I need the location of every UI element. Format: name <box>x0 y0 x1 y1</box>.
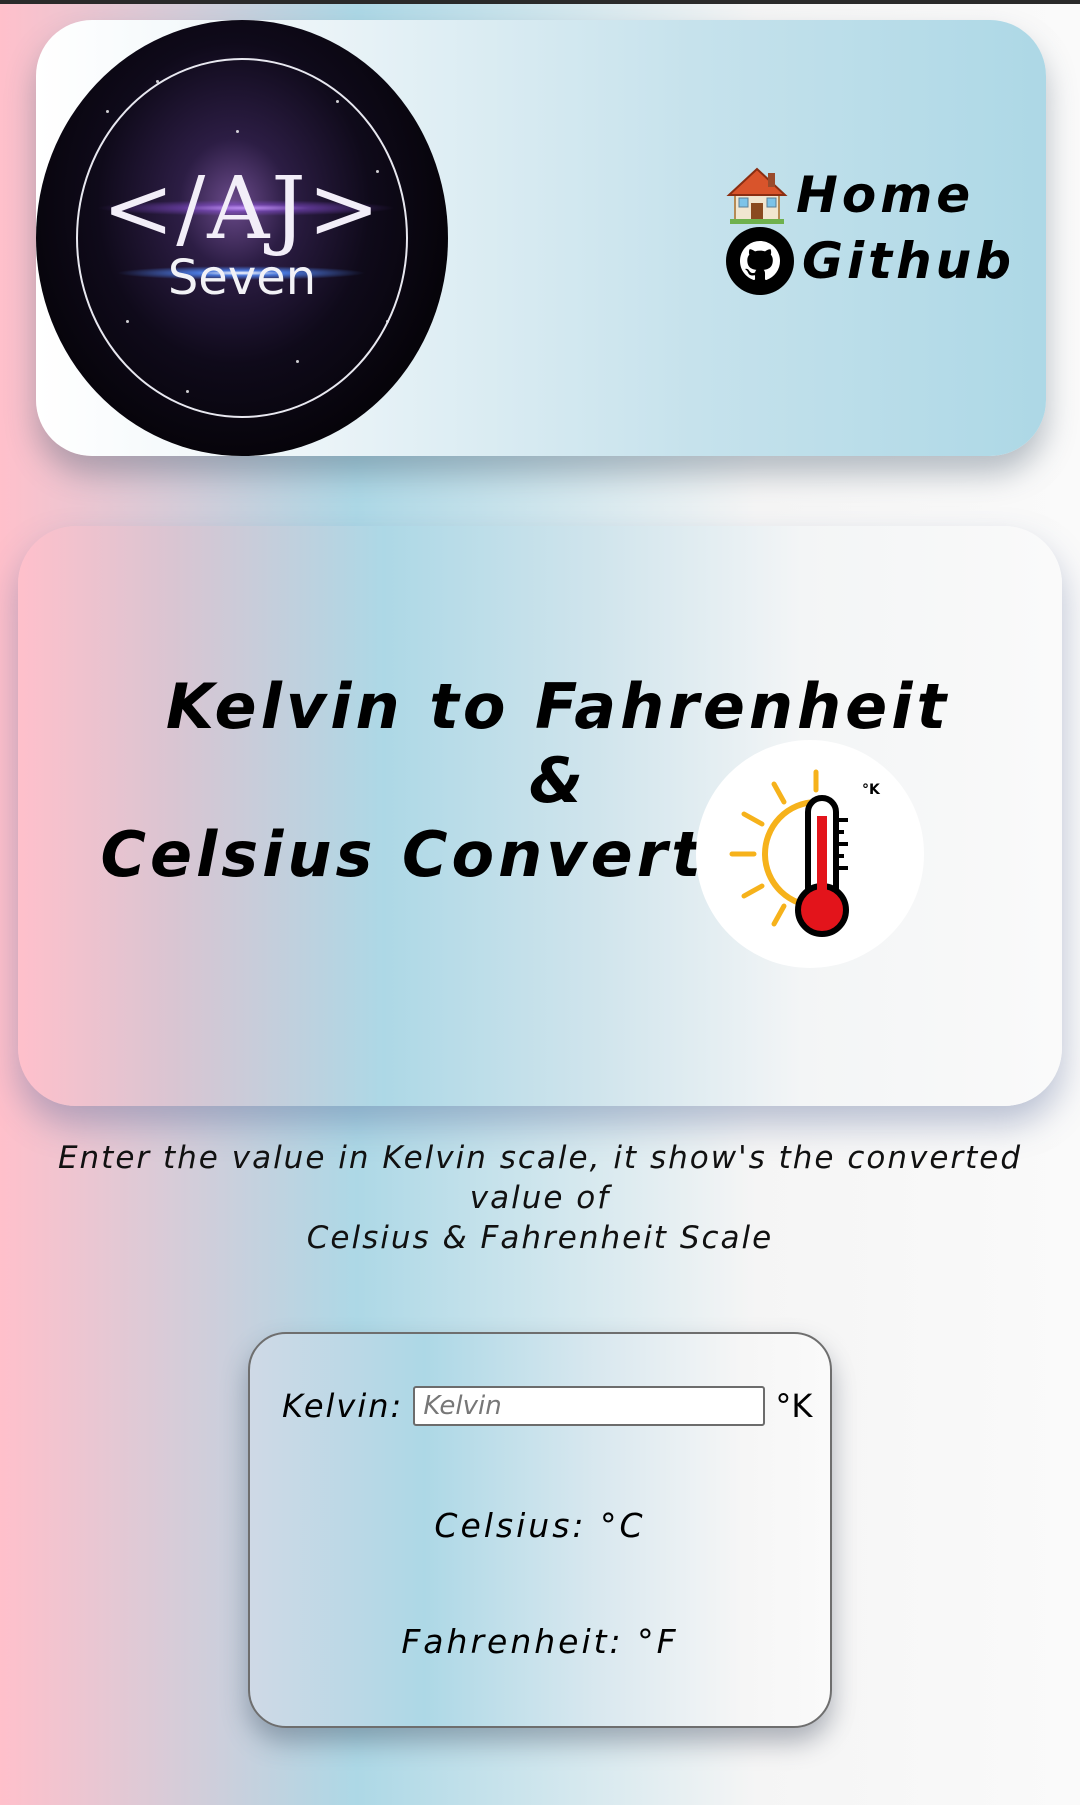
description-line-2: Celsius & Fahrenheit Scale <box>306 1220 774 1256</box>
nav-home-label: Home <box>796 166 975 224</box>
thermometer-sun-icon: °K <box>696 740 924 968</box>
house-icon <box>726 165 788 225</box>
header-nav: Home Github <box>726 162 1016 295</box>
kelvin-unit: °K <box>775 1387 813 1425</box>
nav-github-label: Github <box>802 232 1016 290</box>
kelvin-input[interactable] <box>413 1386 766 1426</box>
nav-link-github[interactable]: Github <box>726 227 1016 295</box>
description-text: Enter the value in Kelvin scale, it show… <box>30 1138 1050 1258</box>
top-edge-bar <box>0 0 1080 4</box>
thermometer-unit-label: °K <box>862 782 881 798</box>
celsius-result: Celsius: °C <box>434 1506 646 1545</box>
fahrenheit-result: Fahrenheit: °F <box>401 1622 679 1661</box>
page-title-line-2: Celsius Converter <box>100 818 786 891</box>
kelvin-label: Kelvin: <box>282 1387 404 1425</box>
logo-main-text: </AJ> <box>102 159 382 259</box>
logo-sub-text: Seven <box>167 250 317 306</box>
kelvin-row: Kelvin: °K <box>282 1386 812 1426</box>
aj-seven-logo[interactable]: </AJ> Seven <box>36 20 448 456</box>
header-card: </AJ> Seven Home Github <box>36 20 1046 456</box>
description-line-1: Enter the value in Kelvin scale, it show… <box>57 1140 1023 1216</box>
github-icon <box>726 227 794 295</box>
logo-star <box>106 110 109 113</box>
converter-card: Kelvin: °K Celsius: °C Fahrenheit: °F <box>248 1332 832 1728</box>
hero-card: Kelvin to Fahrenheit & Celsius Converter <box>18 526 1062 1106</box>
nav-link-home[interactable]: Home <box>726 162 1015 228</box>
